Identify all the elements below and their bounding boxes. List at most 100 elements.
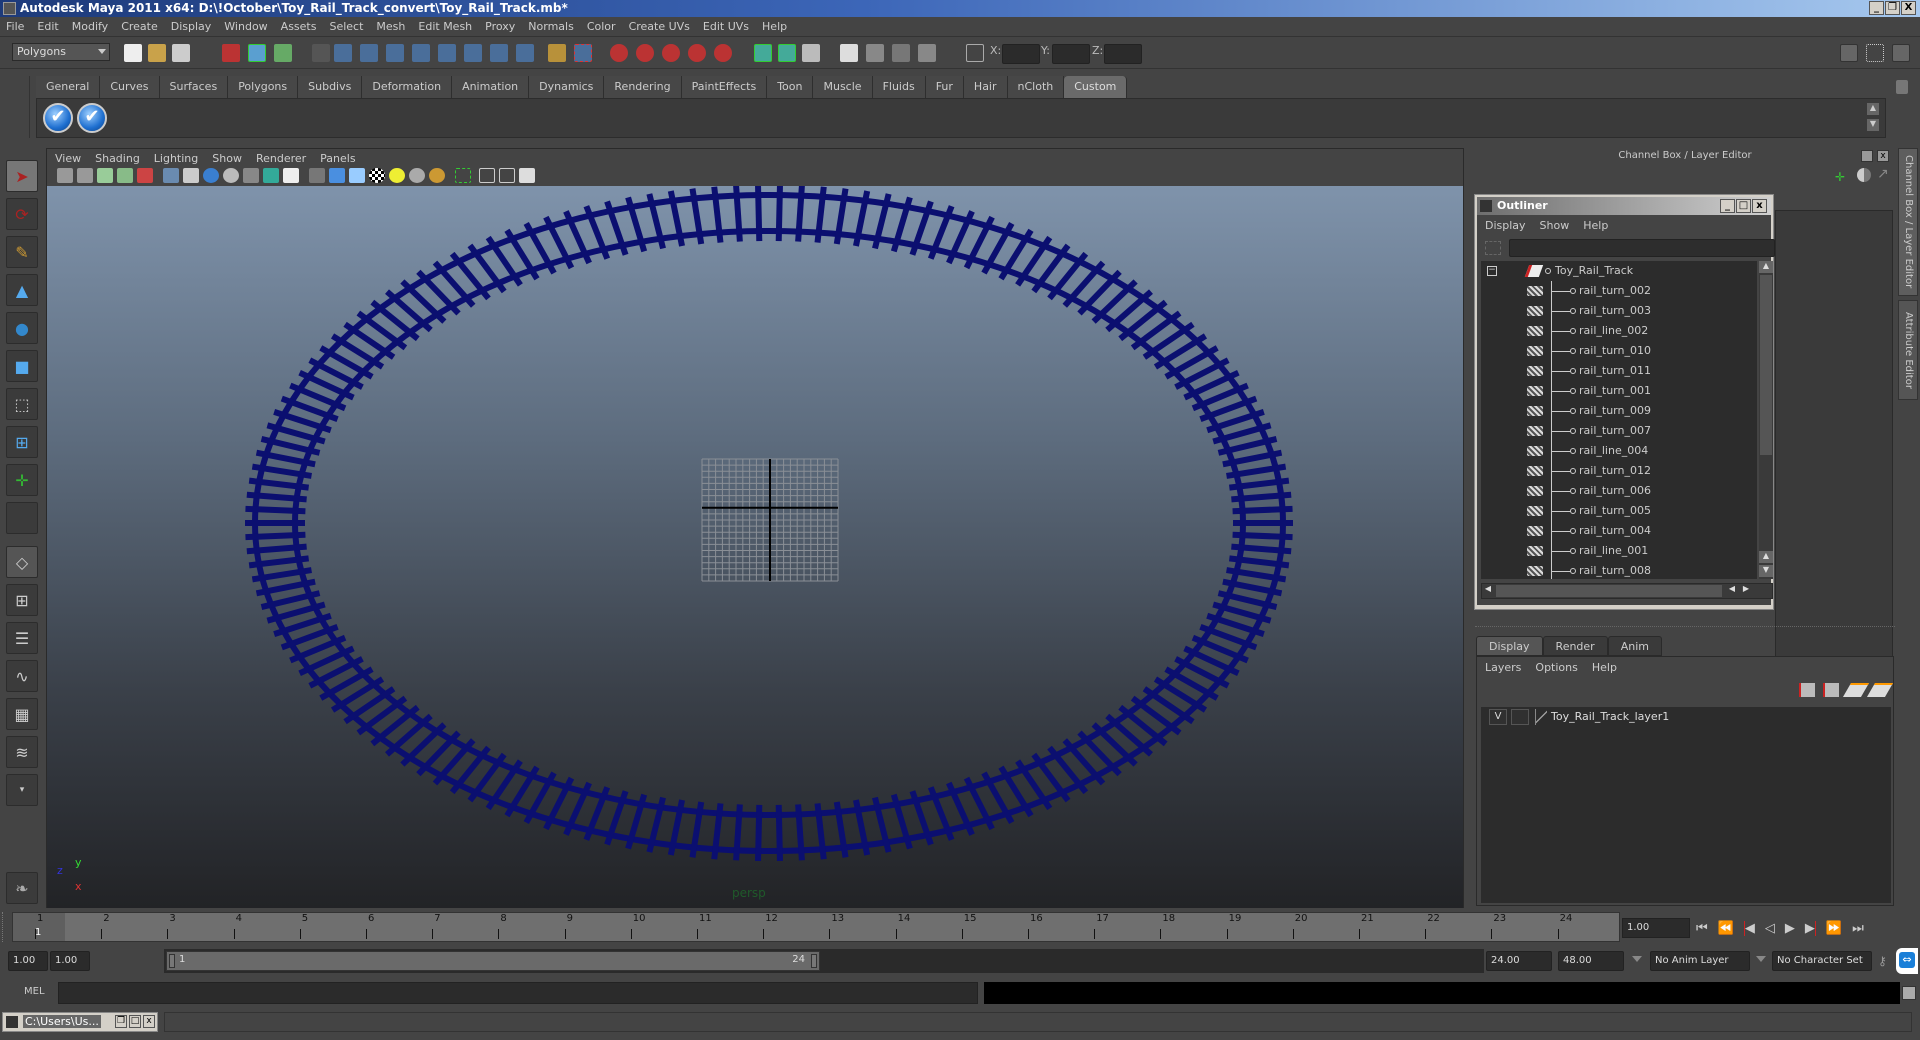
collapse-icon[interactable]: − [1487, 266, 1497, 276]
outliner-menu-show[interactable]: Show [1540, 219, 1570, 232]
new-scene-icon[interactable] [124, 44, 142, 62]
four-view-layout[interactable]: ⊞ [6, 584, 38, 616]
snap-grid-icon[interactable] [610, 44, 628, 62]
menu-color[interactable]: Color [587, 20, 616, 33]
scroll-thumb[interactable] [1760, 275, 1772, 455]
start-time-field[interactable]: 1.00 [8, 951, 48, 971]
layer-tab-render[interactable]: Render [1542, 636, 1608, 656]
channels-axis-icon[interactable]: ✛ [1835, 170, 1845, 184]
scale-tool[interactable]: ■ [6, 350, 38, 382]
select-object-icon[interactable] [248, 44, 266, 62]
outliner-titlebar[interactable]: Outliner _ □ x [1477, 197, 1771, 215]
play-backward-icon[interactable]: ◁ [1765, 921, 1775, 936]
hq-render-icon[interactable] [429, 168, 445, 183]
menu-set-dropdown[interactable]: Polygons [12, 43, 110, 61]
camera-icon[interactable] [57, 168, 73, 183]
vp-menu-lighting[interactable]: Lighting [154, 152, 198, 165]
shelf-tab-polygons[interactable]: Polygons [228, 76, 299, 98]
outliner-row[interactable]: rail_line_004 [1481, 441, 1751, 461]
time-slider[interactable]: 1 2 3 4 5 6 7 8 9 10 11 12 13 14 15 16 17 18 19 20 21 22 23 24 … [12, 912, 1620, 942]
trash-icon[interactable] [1896, 80, 1908, 94]
layout-more-button[interactable]: ▾ [6, 774, 38, 806]
range-start-handle[interactable] [169, 954, 175, 968]
shelf-tab-fur[interactable]: Fur [925, 76, 964, 98]
outliner-row[interactable]: rail_turn_005 [1481, 501, 1751, 521]
y-field[interactable] [1052, 44, 1090, 64]
vp-menu-show[interactable]: Show [212, 152, 242, 165]
outliner-row[interactable]: rail_turn_007 [1481, 421, 1751, 441]
layer-menu-options[interactable]: Options [1535, 661, 1577, 674]
shelf-scroll-down-icon[interactable]: ▼ [1867, 119, 1879, 131]
outliner-row[interactable]: rail_turn_008 [1481, 561, 1751, 581]
rotate-tool[interactable]: ● [6, 312, 38, 344]
end-time-field[interactable]: 48.00 [1558, 951, 1624, 971]
pane-splitter[interactable] [1475, 626, 1895, 628]
restore-button[interactable]: ❐ [1885, 1, 1900, 15]
make-live-icon[interactable] [714, 44, 732, 62]
outliner-row[interactable]: rail_turn_011 [1481, 361, 1751, 381]
outliner-row[interactable]: rail_turn_003 [1481, 301, 1751, 321]
layer-visibility-toggle[interactable]: V [1489, 709, 1507, 725]
x-field[interactable] [1002, 44, 1040, 64]
channel-box-toggle-icon[interactable] [1892, 44, 1910, 62]
last-tool[interactable] [6, 502, 38, 534]
range-end-handle[interactable] [811, 954, 817, 968]
scroll-right-icon[interactable]: ▶ [1740, 584, 1752, 598]
z-field[interactable] [1104, 44, 1142, 64]
shelf-tab-curves[interactable]: Curves [100, 76, 160, 98]
select-joints-icon[interactable] [360, 44, 378, 62]
grid-icon[interactable] [163, 168, 179, 183]
gate-mask-icon[interactable] [223, 168, 239, 183]
layer-tab-display[interactable]: Display [1476, 636, 1543, 656]
field-chart-icon[interactable] [243, 168, 259, 183]
vp-menu-panels[interactable]: Panels [320, 152, 355, 165]
render-settings-icon[interactable] [918, 44, 936, 62]
select-curves-icon[interactable] [386, 44, 404, 62]
play-forward-icon[interactable]: ▶ [1785, 921, 1795, 936]
select-component-icon[interactable] [274, 44, 292, 62]
wireframe-icon[interactable] [309, 168, 325, 183]
character-set-chevron-down-icon[interactable] [1756, 956, 1766, 962]
step-forward-key-icon[interactable]: ⏩ [1826, 921, 1842, 936]
outliner-root-row[interactable]: − Toy_Rail_Track [1481, 261, 1751, 281]
close-button[interactable]: X [1901, 1, 1916, 15]
menu-proxy[interactable]: Proxy [485, 20, 515, 33]
go-to-end-icon[interactable]: ⏭ [1852, 921, 1864, 936]
select-dynamics-icon[interactable] [464, 44, 482, 62]
hypershade-layout[interactable]: ▦ [6, 698, 38, 730]
shelf-tab-rendering[interactable]: Rendering [604, 76, 682, 98]
arrow-icon[interactable]: ↗ [1877, 166, 1889, 182]
transform-input-icon[interactable] [966, 44, 984, 62]
outliner-close-button[interactable]: x [1752, 199, 1767, 213]
outliner-filter-input[interactable] [1509, 239, 1775, 257]
outliner-row[interactable]: rail_turn_012 [1481, 461, 1751, 481]
highlight-selection-icon[interactable] [574, 44, 592, 62]
outliner-row[interactable]: rail_turn_006 [1481, 481, 1751, 501]
float-panel-icon[interactable] [1861, 150, 1873, 162]
menu-normals[interactable]: Normals [528, 20, 574, 33]
shelf-tab-painteffects[interactable]: PaintEffects [681, 76, 768, 98]
shelf-button-1[interactable]: ✔ [43, 103, 73, 133]
outliner-row[interactable]: rail_line_002 [1481, 321, 1751, 341]
outliner-row[interactable]: rail_turn_001 [1481, 381, 1751, 401]
xray-icon[interactable] [479, 168, 495, 183]
script-editor-icon[interactable] [1902, 986, 1916, 1000]
xray-joints-icon[interactable] [499, 168, 515, 183]
filter-icon[interactable] [1485, 241, 1501, 255]
layer-tab-anim[interactable]: Anim [1607, 636, 1662, 656]
outliner-row[interactable]: rail_turn_010 [1481, 341, 1751, 361]
menu-help[interactable]: Help [762, 20, 787, 33]
menu-create[interactable]: Create [121, 20, 158, 33]
minimized-window[interactable]: C:\Users\Us... ❐ □ x [2, 1012, 158, 1032]
shelf-tab-muscle[interactable]: Muscle [813, 76, 873, 98]
render-view-icon[interactable] [840, 44, 858, 62]
lasso-tool[interactable]: ⟳ [6, 198, 38, 230]
timeline-handle[interactable] [2, 912, 10, 942]
step-forward-frame-icon[interactable]: ▶ [1805, 920, 1816, 936]
shelf-tab-fluids[interactable]: Fluids [872, 76, 926, 98]
snap-curve-icon[interactable] [636, 44, 654, 62]
bookmark-icon[interactable] [97, 168, 113, 183]
menu-window[interactable]: Window [224, 20, 267, 33]
outliner-menu-help[interactable]: Help [1583, 219, 1608, 232]
use-all-lights-icon[interactable] [389, 168, 405, 183]
